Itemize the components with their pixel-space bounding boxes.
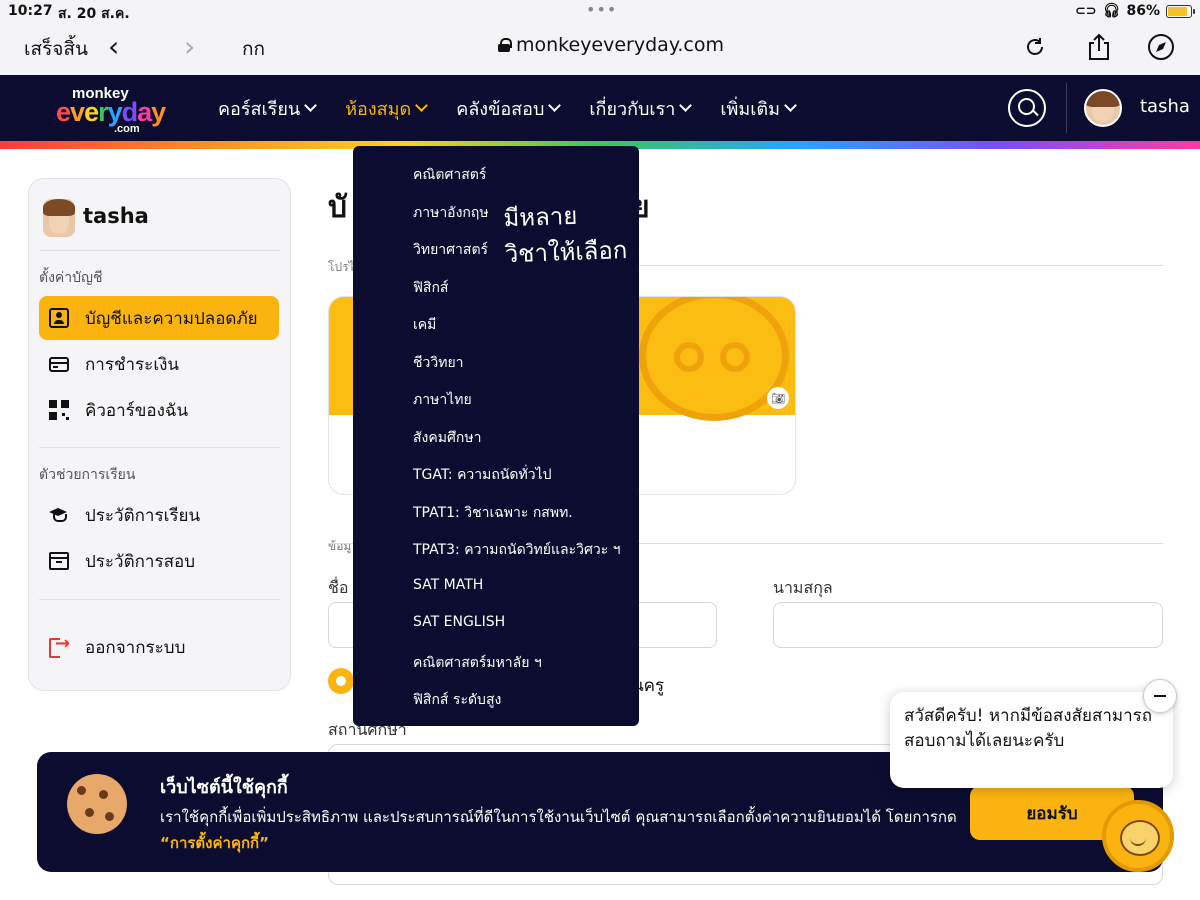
- chevron-down-icon: [679, 99, 693, 112]
- sidebar-item-my-qr[interactable]: คิวอาร์ของฉัน: [39, 388, 279, 432]
- reload-icon[interactable]: [1020, 32, 1050, 62]
- main-nav: คอร์สเรียน ห้องสมุด คลังข้อสอบ เกี่ยวกับ…: [218, 75, 825, 141]
- last-name-field[interactable]: [773, 602, 1163, 648]
- menu-item-tpat3[interactable]: TPAT3: ความถนัดวิทย์และวิศวะ ฯ: [413, 539, 621, 561]
- last-name-label: นามสกุล: [773, 578, 833, 597]
- logo-wordmark: everyday: [56, 97, 166, 127]
- status-time: 10:27: [8, 3, 53, 19]
- camera-icon[interactable]: 📷︎: [767, 387, 789, 409]
- link-icon: ⊂⊃: [1074, 3, 1097, 19]
- avatar[interactable]: [1084, 89, 1122, 127]
- divider: [39, 599, 280, 600]
- sidebar-avatar: [43, 199, 75, 237]
- chat-bot-avatar[interactable]: [1102, 800, 1174, 872]
- menu-item-tgat[interactable]: TGAT: ความถนัดทั่วไป: [413, 464, 552, 486]
- menu-item-physics[interactable]: ฟิสิกส์: [413, 277, 448, 299]
- chevron-down-icon: [784, 99, 797, 112]
- section-account-settings: ตั้งค่าบัญชี: [39, 270, 103, 286]
- menu-item-chemistry[interactable]: เคมี: [413, 314, 436, 336]
- qr-code-icon: [49, 400, 69, 420]
- cookie-settings-link[interactable]: “การตั้งค่าคุกกี้”: [160, 834, 269, 852]
- section-learning-tools: ตัวช่วยการเรียน: [39, 467, 136, 483]
- text-size-button[interactable]: กก: [242, 34, 265, 64]
- first-name-label: ชื่อ: [328, 578, 349, 597]
- address-bar[interactable]: monkeyeveryday.com: [498, 34, 724, 56]
- personal-info-hint: ข้อมู: [328, 539, 352, 553]
- multitasking-dots-icon[interactable]: •••: [586, 0, 617, 19]
- compass-icon[interactable]: [1146, 32, 1176, 62]
- sidebar-item-payment[interactable]: การชำระเงิน: [39, 342, 279, 386]
- chevron-down-icon: [304, 99, 318, 112]
- cookie-title: เว็บไซต์นี้ใช้คุกกี้: [160, 777, 288, 798]
- header-username[interactable]: tasha: [1140, 96, 1190, 117]
- archive-icon: [49, 552, 69, 570]
- nav-exam-bank[interactable]: คลังข้อสอบ: [456, 94, 562, 123]
- chat-greeting-bubble[interactable]: สวัสดีครับ! หากมีข้อสงสัยสามารถสอบถามได้…: [890, 692, 1173, 788]
- menu-item-english[interactable]: ภาษาอังกฤษ: [413, 202, 489, 224]
- menu-item-tpat1[interactable]: TPAT1: วิชาเฉพาะ กสพท.: [413, 502, 573, 524]
- profile-hint: โปรไ: [328, 260, 355, 274]
- sidebar-item-exam-history[interactable]: ประวัติการสอบ: [39, 539, 279, 583]
- done-button[interactable]: เสร็จสิ้น: [24, 34, 88, 64]
- menu-item-science[interactable]: วิทยาศาสตร์: [413, 239, 488, 261]
- menu-item-thai[interactable]: ภาษาไทย: [413, 389, 472, 411]
- chevron-down-icon: [415, 99, 429, 112]
- role-radio-selected[interactable]: [328, 668, 354, 694]
- cookie-icon: [67, 774, 127, 834]
- site-logo[interactable]: monkey everyday .com: [56, 83, 196, 135]
- account-icon: [49, 308, 69, 328]
- logout-button[interactable]: ออกจากระบบ: [39, 625, 279, 669]
- account-sidebar: tasha ตั้งค่าบัญชี บัญชีและความปลอดภัย ก…: [28, 178, 291, 691]
- nav-courses[interactable]: คอร์สเรียน: [218, 94, 318, 123]
- sidebar-username: tasha: [83, 204, 149, 228]
- monkey-mascot-icon: [639, 297, 789, 421]
- menu-item-social[interactable]: สังคมศึกษา: [413, 427, 481, 449]
- battery-icon: [1166, 4, 1195, 18]
- status-bar: 10:27 ส. 20 ส.ค. ••• ⊂⊃ 🎧︎ 86%: [0, 0, 1200, 24]
- chevron-down-icon: [548, 99, 562, 112]
- lock-icon: [498, 38, 512, 52]
- cookie-text: เราใช้คุกกี้เพื่อเพิ่มประสิทธิภาพ และประ…: [160, 808, 957, 852]
- menu-item-math[interactable]: คณิตศาสตร์: [413, 164, 486, 186]
- back-button[interactable]: ‹: [108, 30, 119, 63]
- search-icon[interactable]: [1008, 89, 1046, 127]
- site-header: monkey everyday .com คอร์สเรียน ห้องสมุด…: [0, 75, 1200, 141]
- forward-button[interactable]: ›: [184, 30, 195, 63]
- header-divider: [1066, 83, 1067, 133]
- menu-item-university-math[interactable]: คณิตศาสตร์มหาลัย ฯ: [413, 652, 542, 674]
- menu-item-biology[interactable]: ชีววิทยา: [413, 352, 464, 374]
- minimize-chat-icon[interactable]: [1143, 679, 1177, 713]
- menu-item-sat-english[interactable]: SAT ENGLISH: [413, 614, 505, 630]
- url-text: monkeyeveryday.com: [516, 34, 724, 56]
- status-date: ส. 20 ส.ค.: [58, 6, 130, 22]
- menu-item-advanced-physics[interactable]: ฟิสิกส์ ระดับสูง: [413, 689, 501, 711]
- graduation-cap-icon: [49, 505, 69, 525]
- browser-toolbar: เสร็จสิ้น ‹ › กก monkeyeveryday.com: [0, 24, 1200, 75]
- divider: [39, 250, 280, 251]
- share-icon[interactable]: [1084, 32, 1114, 62]
- divider: [39, 447, 280, 448]
- nav-library[interactable]: ห้องสมุด: [345, 94, 429, 123]
- menu-item-sat-math[interactable]: SAT MATH: [413, 577, 483, 593]
- sidebar-item-learning-history[interactable]: ประวัติการเรียน: [39, 493, 279, 537]
- logout-icon: [49, 633, 70, 658]
- battery-percent: 86%: [1126, 3, 1160, 19]
- credit-card-icon: [49, 356, 69, 372]
- page-title: บั: [328, 190, 348, 225]
- nav-more[interactable]: เพิ่มเติม: [720, 94, 797, 123]
- nav-about[interactable]: เกี่ยวกับเรา: [589, 94, 693, 123]
- headphones-icon: 🎧︎: [1102, 3, 1121, 19]
- sidebar-item-account-security[interactable]: บัญชีและความปลอดภัย: [39, 296, 279, 340]
- handwritten-annotation: มีหลาย วิชาให้เลือก: [502, 201, 628, 269]
